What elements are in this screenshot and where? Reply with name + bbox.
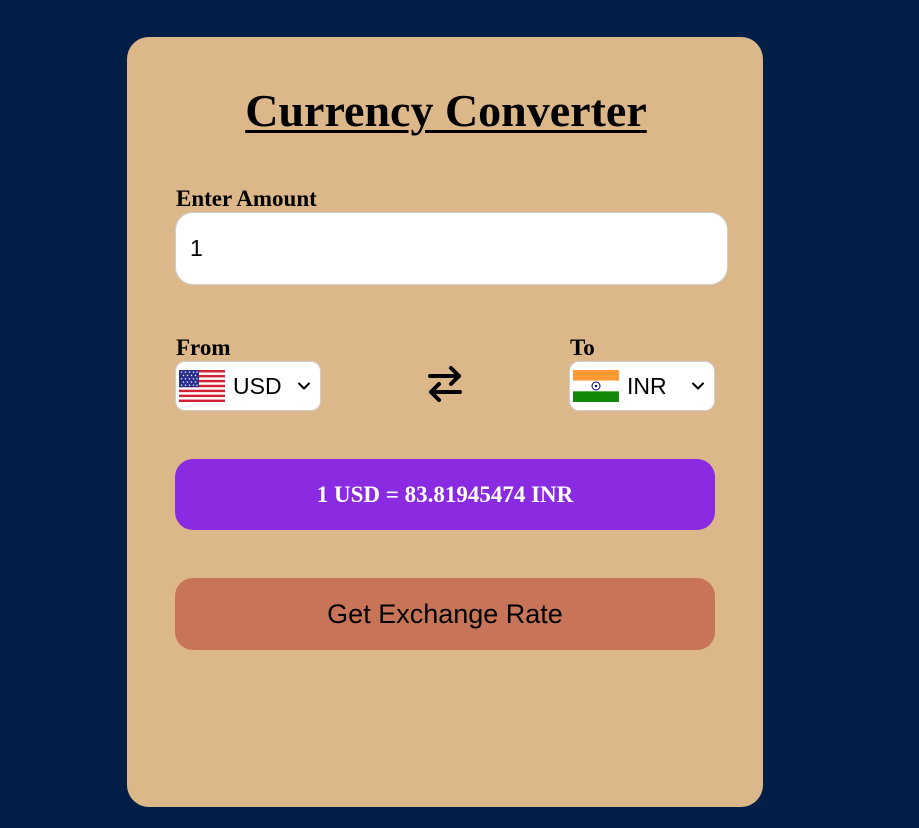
swap-arrows-icon[interactable] (426, 364, 464, 404)
from-label: From (176, 335, 231, 360)
to-currency-select[interactable]: INR (569, 361, 715, 411)
india-flag-icon (573, 370, 619, 402)
to-label: To (570, 335, 595, 360)
to-currency-code: INR (627, 373, 667, 399)
chevron-down-icon (298, 382, 310, 390)
from-currency-select[interactable]: USD (175, 361, 321, 411)
get-exchange-rate-button[interactable]: Get Exchange Rate (175, 578, 715, 650)
amount-input[interactable] (175, 212, 728, 285)
chevron-down-icon (692, 382, 704, 390)
converter-card (127, 37, 763, 807)
from-currency-code: USD (233, 373, 282, 399)
amount-label: Enter Amount (176, 186, 317, 211)
page-title: Currency Converter (245, 85, 647, 136)
exchange-rate-result: 1 USD = 83.81945474 INR (175, 459, 715, 530)
us-flag-icon (179, 370, 225, 402)
